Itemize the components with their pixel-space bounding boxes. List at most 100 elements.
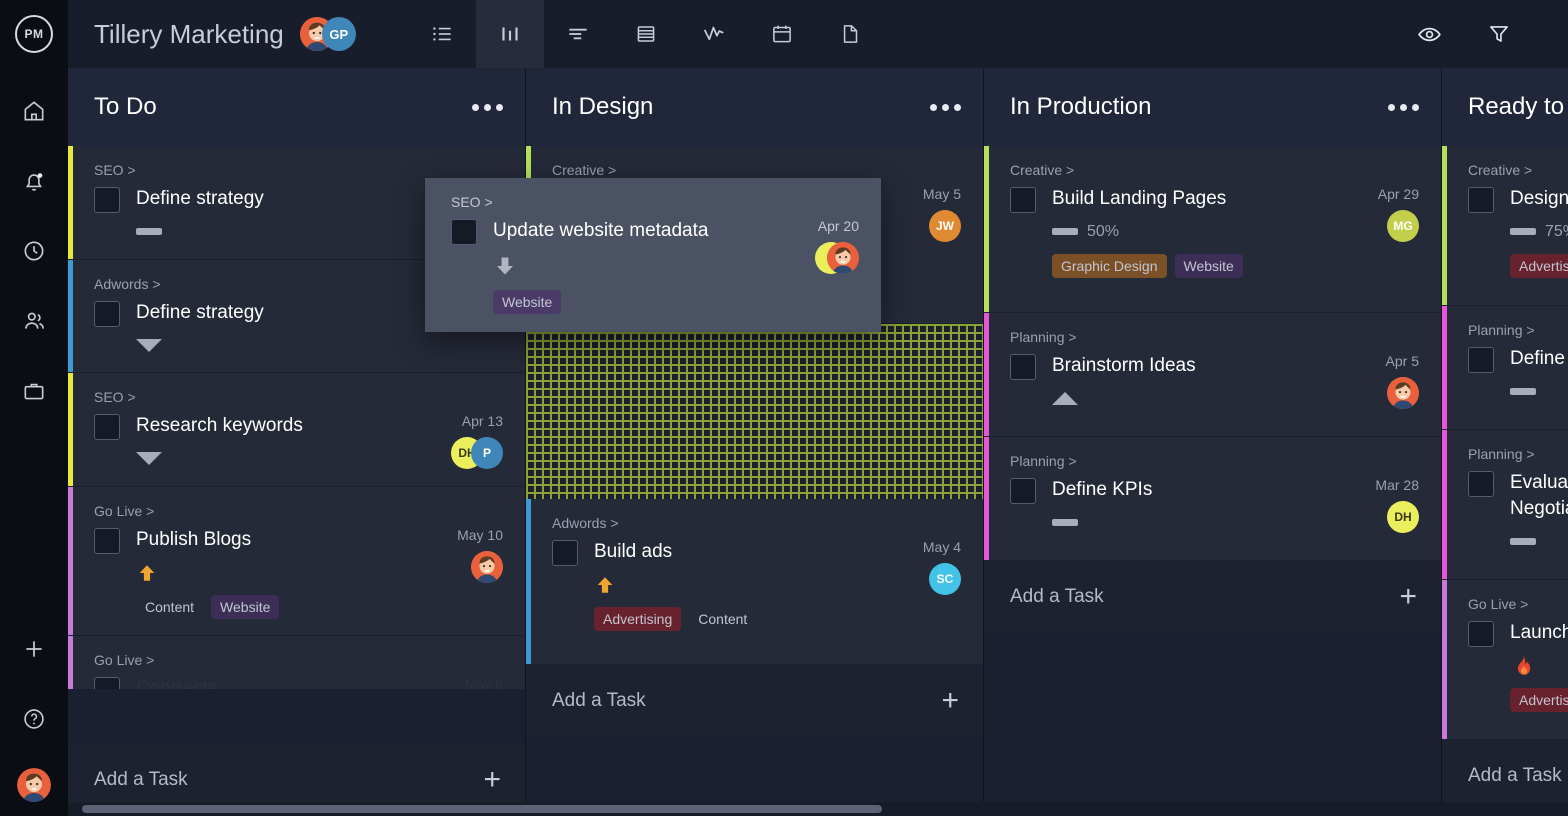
sidebar-item-projects[interactable] <box>0 356 68 426</box>
task-due-date: Mar 28 <box>1333 477 1419 493</box>
tab-calendar-view[interactable] <box>748 0 816 68</box>
sidebar-item-home[interactable] <box>0 76 68 146</box>
task-checkbox[interactable] <box>1010 354 1036 380</box>
task-checkbox[interactable] <box>1468 347 1494 373</box>
task-assignees[interactable]: H <box>773 242 859 274</box>
sidebar-item-notifications[interactable] <box>0 146 68 216</box>
task-checkbox[interactable] <box>1468 187 1494 213</box>
task-checkbox[interactable] <box>94 528 120 554</box>
eye-icon <box>1416 21 1443 48</box>
task-assignees[interactable] <box>417 551 503 583</box>
plus-icon <box>21 636 47 662</box>
tab-activity-view[interactable] <box>680 0 748 68</box>
task-checkbox[interactable] <box>94 301 120 327</box>
tab-table-view[interactable] <box>612 0 680 68</box>
column-menu-button[interactable] <box>930 104 961 111</box>
task-checkbox[interactable] <box>94 414 120 440</box>
task-due-date: May 5 <box>875 186 961 202</box>
dragging-task-card[interactable]: SEO > Update website metadata Website Ap <box>425 178 881 332</box>
task-assignees[interactable]: JW <box>875 210 961 242</box>
logo-text: PM <box>15 15 53 53</box>
task-card[interactable]: Go Live > Contracts May 9 <box>68 636 525 690</box>
app-logo[interactable]: PM <box>0 0 68 68</box>
task-card[interactable]: Adwords > Build ads <box>526 499 983 665</box>
visibility-button[interactable] <box>1394 0 1464 68</box>
task-checkbox[interactable] <box>94 187 120 213</box>
add-task-button-in-design[interactable]: Add a Task + <box>526 665 983 737</box>
task-group: Creative > <box>1468 162 1568 178</box>
task-card[interactable]: SEO > Research keywords Apr 13 DH <box>68 373 525 487</box>
task-title: Research keywords <box>136 413 411 439</box>
task-tag[interactable]: Content <box>689 607 756 631</box>
task-tags: Graphic Design Website <box>1052 254 1327 278</box>
column-cards: Creative > Build Landing Pages 50% <box>984 146 1441 816</box>
task-card[interactable]: Go Live > Publish Blogs <box>68 487 525 636</box>
task-group: SEO > <box>94 162 503 178</box>
task-tag[interactable]: Website <box>1175 254 1243 278</box>
task-checkbox[interactable] <box>552 540 578 566</box>
sidebar-help-button[interactable] <box>0 684 68 754</box>
task-tag[interactable]: Content <box>136 595 203 619</box>
task-group: Go Live > <box>94 652 503 668</box>
task-card[interactable]: Planning > Brainstorm Ideas Apr 5 <box>984 313 1441 437</box>
filter-button[interactable] <box>1464 0 1534 68</box>
priority-lowest-icon <box>1052 392 1078 405</box>
task-assignees[interactable]: DH P <box>417 437 503 469</box>
column-menu-button[interactable] <box>472 104 503 111</box>
task-checkbox[interactable] <box>1010 478 1036 504</box>
home-icon <box>21 98 47 124</box>
task-priority <box>136 448 411 470</box>
add-task-button-in-production[interactable]: Add a Task + <box>984 561 1441 633</box>
task-card[interactable]: Planning > Evaluate and Negotiate <box>1442 430 1568 580</box>
task-checkbox[interactable] <box>94 677 120 690</box>
task-card[interactable]: Creative > Build Landing Pages 50% <box>984 146 1441 313</box>
horizontal-scrollbar[interactable] <box>68 802 1568 816</box>
task-title: Launch <box>1510 620 1568 646</box>
avatar <box>17 768 51 802</box>
task-priority <box>136 562 411 584</box>
task-assignees[interactable] <box>1333 377 1419 409</box>
task-tags: Advertising <box>1510 688 1568 712</box>
column-menu-button[interactable] <box>1388 104 1419 111</box>
sidebar-user-avatar[interactable] <box>17 768 51 802</box>
task-card[interactable]: Go Live > Launch <box>1442 580 1568 740</box>
tab-board-view[interactable] <box>476 0 544 68</box>
column-title: Ready to Launch <box>1468 93 1568 121</box>
priority-medium-icon <box>1510 538 1536 545</box>
sidebar-item-recent[interactable] <box>0 216 68 286</box>
board-view-icon <box>497 21 523 47</box>
priority-high-icon <box>136 562 158 584</box>
task-checkbox[interactable] <box>451 219 477 245</box>
tab-files-view[interactable] <box>816 0 884 68</box>
task-tag[interactable]: Graphic Design <box>1052 254 1167 278</box>
task-tag[interactable]: Website <box>493 290 561 314</box>
project-members[interactable]: GP <box>300 17 356 51</box>
task-tag[interactable]: Advertising <box>594 607 681 631</box>
task-group: Go Live > <box>94 503 503 519</box>
task-card[interactable]: Planning > Define Budget <box>1442 306 1568 430</box>
avatar-initials: GP <box>322 17 356 51</box>
task-tag[interactable]: Advertising <box>1510 254 1568 278</box>
task-priority <box>1052 388 1327 410</box>
task-assignees[interactable]: MG <box>1333 210 1419 242</box>
tab-list-view[interactable] <box>408 0 476 68</box>
task-card[interactable]: Planning > Define KPIs Mar 28 DH <box>984 437 1441 561</box>
column-cards: Creative > Design Assets 75% Advert <box>1442 146 1568 816</box>
scrollbar-thumb[interactable] <box>82 805 882 813</box>
top-bar-actions <box>1394 0 1568 68</box>
task-card[interactable]: Creative > Design Assets 75% Advert <box>1442 146 1568 306</box>
task-checkbox[interactable] <box>1010 187 1036 213</box>
task-tag[interactable]: Website <box>211 595 279 619</box>
task-checkbox[interactable] <box>1468 471 1494 497</box>
priority-high-icon <box>594 574 616 596</box>
task-tag[interactable]: Advertising <box>1510 688 1568 712</box>
task-checkbox[interactable] <box>1468 621 1494 647</box>
sidebar-add-button[interactable] <box>0 614 68 684</box>
tab-gantt-view[interactable] <box>544 0 612 68</box>
left-sidebar: PM <box>0 0 68 816</box>
column-title: In Production <box>1010 93 1151 121</box>
task-assignees[interactable]: SC <box>875 563 961 595</box>
task-assignees[interactable]: DH <box>1333 501 1419 533</box>
sidebar-item-people[interactable] <box>0 286 68 356</box>
avatar-initials: P <box>471 437 503 469</box>
